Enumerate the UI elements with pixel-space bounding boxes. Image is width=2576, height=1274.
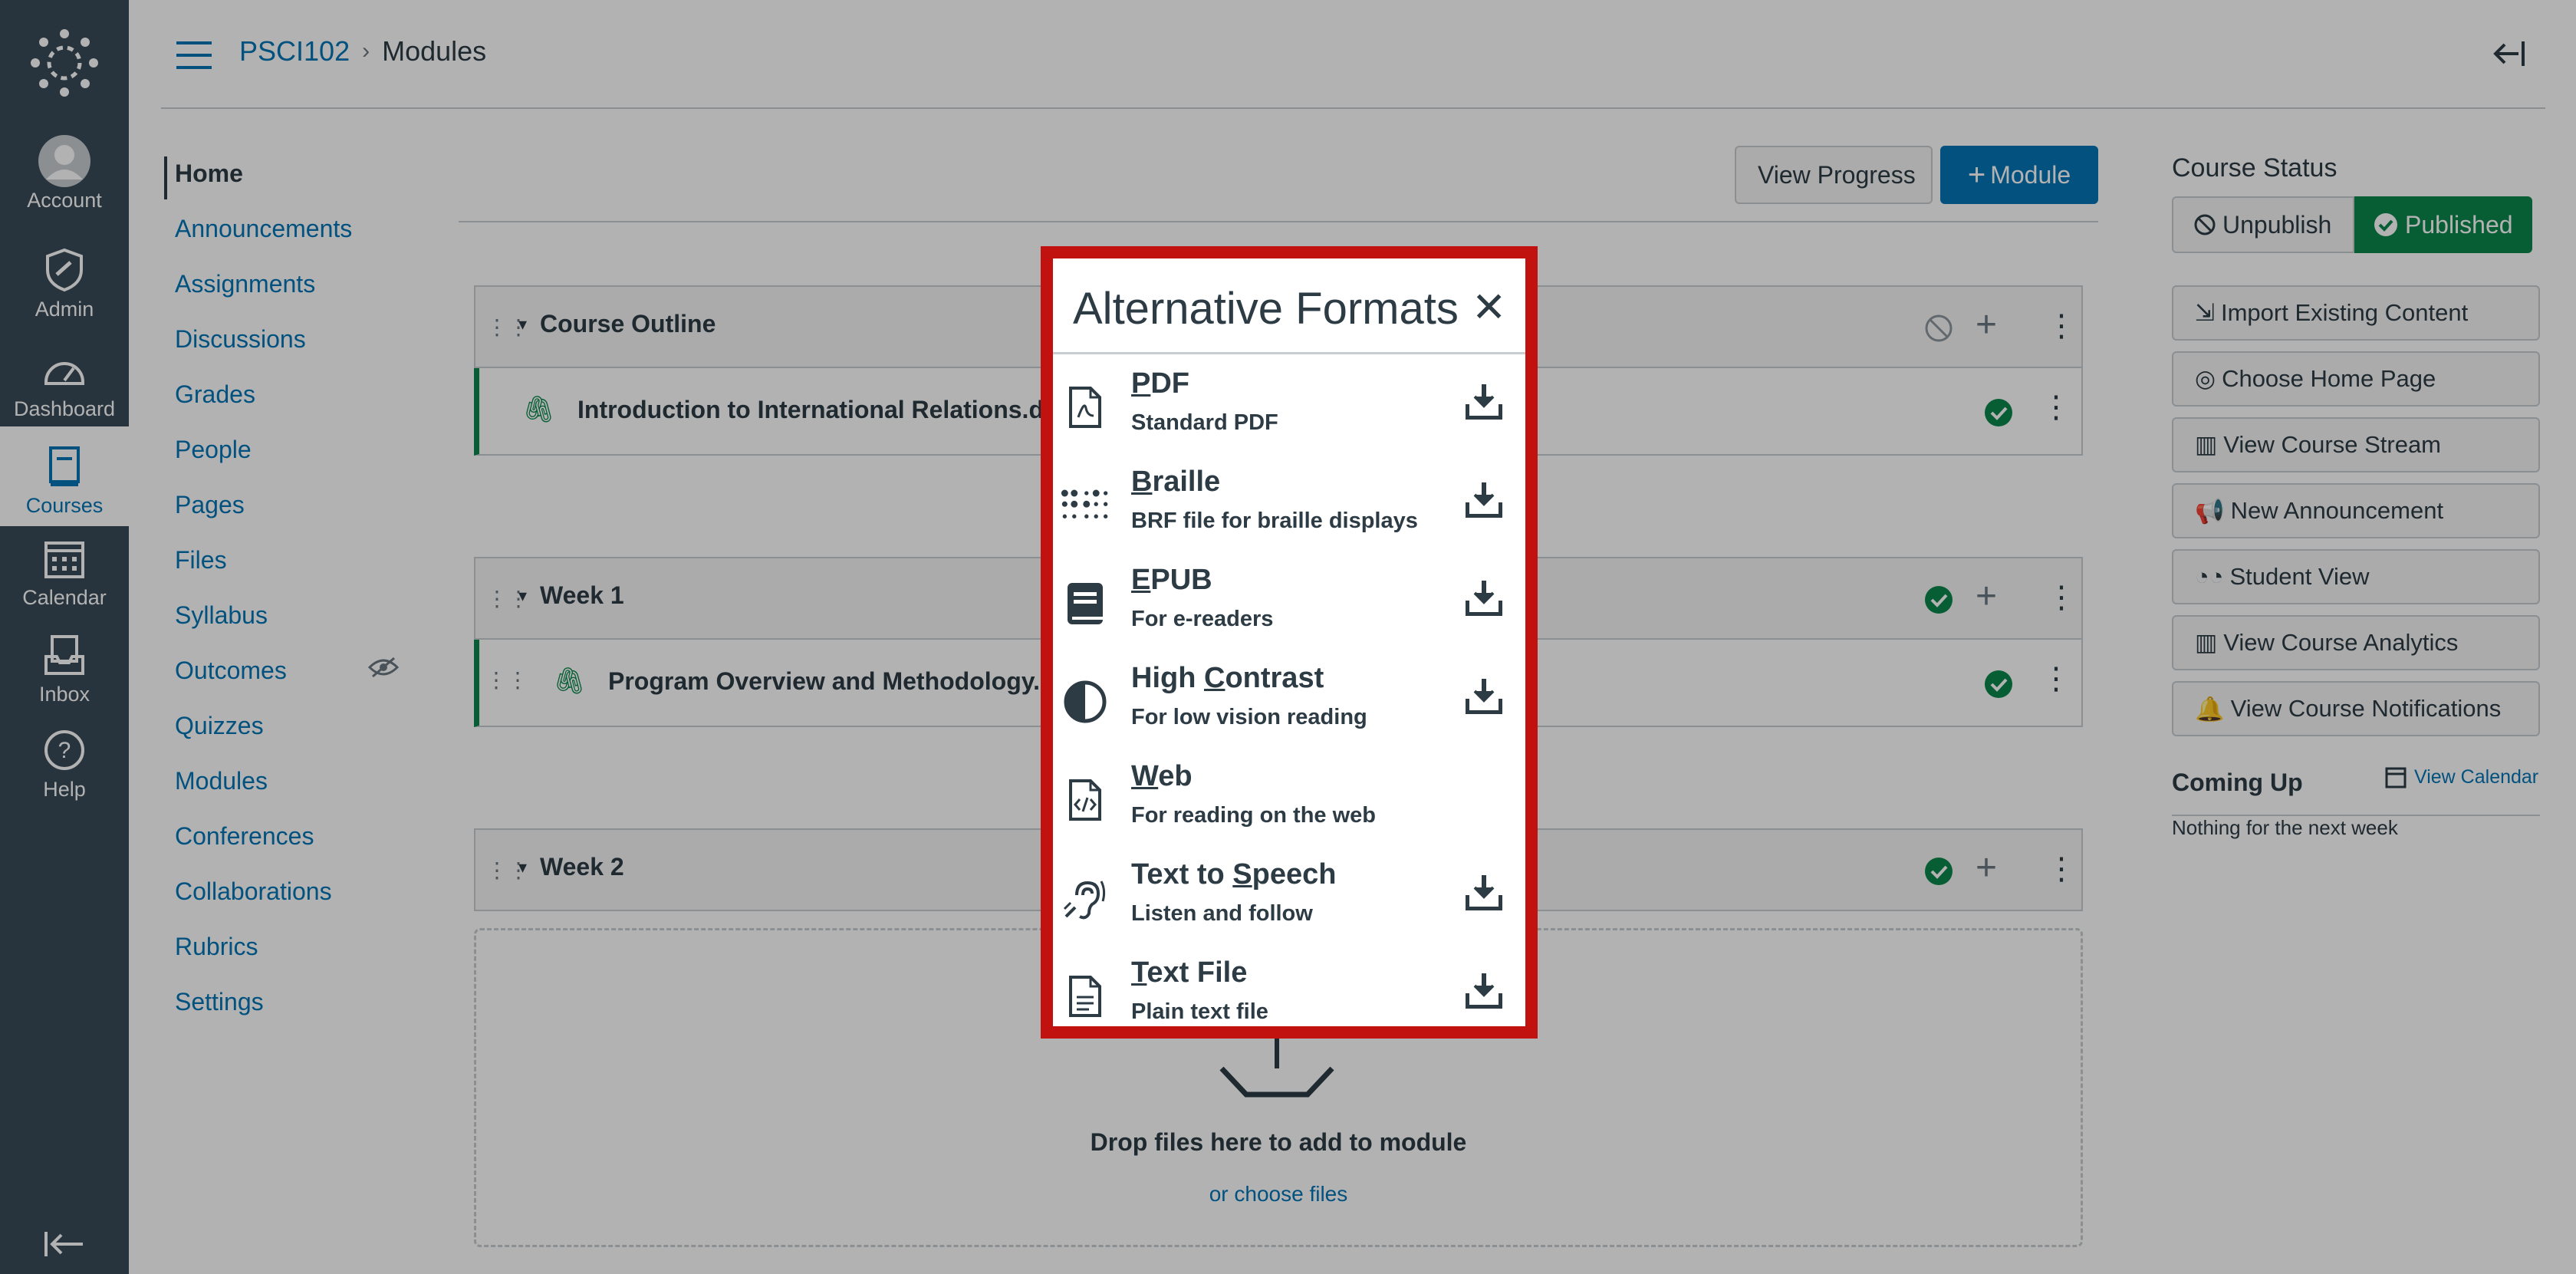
braille-icon	[1061, 481, 1110, 530]
format-option-epub[interactable]: EPUB For e-readers	[1053, 553, 1525, 651]
epub-icon	[1061, 579, 1110, 628]
speech-icon	[1061, 874, 1110, 923]
format-name: High Contrast	[1131, 662, 1324, 694]
format-name: EPUB	[1131, 564, 1212, 596]
download-icon[interactable]	[1466, 383, 1508, 426]
format-description: For low vision reading	[1131, 705, 1367, 729]
format-name: PDF	[1131, 367, 1190, 400]
format-option-text-to-speech[interactable]: Text to Speech Listen and follow	[1053, 848, 1525, 946]
alternative-formats-dialog: Alternative Formats ✕ PDF Standard PDF B…	[1041, 246, 1538, 1039]
format-option-pdf[interactable]: PDF Standard PDF	[1053, 357, 1525, 455]
dialog-divider	[1053, 352, 1525, 354]
format-description: For reading on the web	[1131, 803, 1377, 828]
format-description: Listen and follow	[1131, 901, 1313, 926]
format-option-text-file[interactable]: Text File Plain text file	[1053, 946, 1525, 1044]
dialog-title: Alternative Formats	[1073, 284, 1459, 334]
format-option-braille[interactable]: Braille BRF file for braille displays	[1053, 455, 1525, 553]
contrast-icon	[1061, 677, 1110, 726]
download-icon[interactable]	[1466, 579, 1508, 622]
close-icon[interactable]: ✕	[1472, 283, 1506, 331]
format-description: Standard PDF	[1131, 410, 1278, 435]
format-option-high-contrast[interactable]: High Contrast For low vision reading	[1053, 651, 1525, 749]
pdf-icon	[1061, 383, 1110, 432]
download-icon[interactable]	[1466, 677, 1508, 720]
format-name: Web	[1131, 760, 1193, 792]
format-description: BRF file for braille displays	[1131, 509, 1418, 533]
web-icon	[1061, 775, 1110, 825]
format-name: Braille	[1131, 466, 1221, 498]
format-name: Text to Speech	[1131, 858, 1337, 890]
format-option-web[interactable]: Web For reading on the web	[1053, 749, 1525, 848]
download-icon[interactable]	[1466, 972, 1508, 1015]
format-description: Plain text file	[1131, 999, 1268, 1024]
download-icon[interactable]	[1466, 874, 1508, 917]
format-description: For e-readers	[1131, 607, 1274, 631]
download-icon[interactable]	[1466, 481, 1508, 524]
format-name: Text File	[1131, 956, 1248, 989]
text-file-icon	[1061, 972, 1110, 1021]
